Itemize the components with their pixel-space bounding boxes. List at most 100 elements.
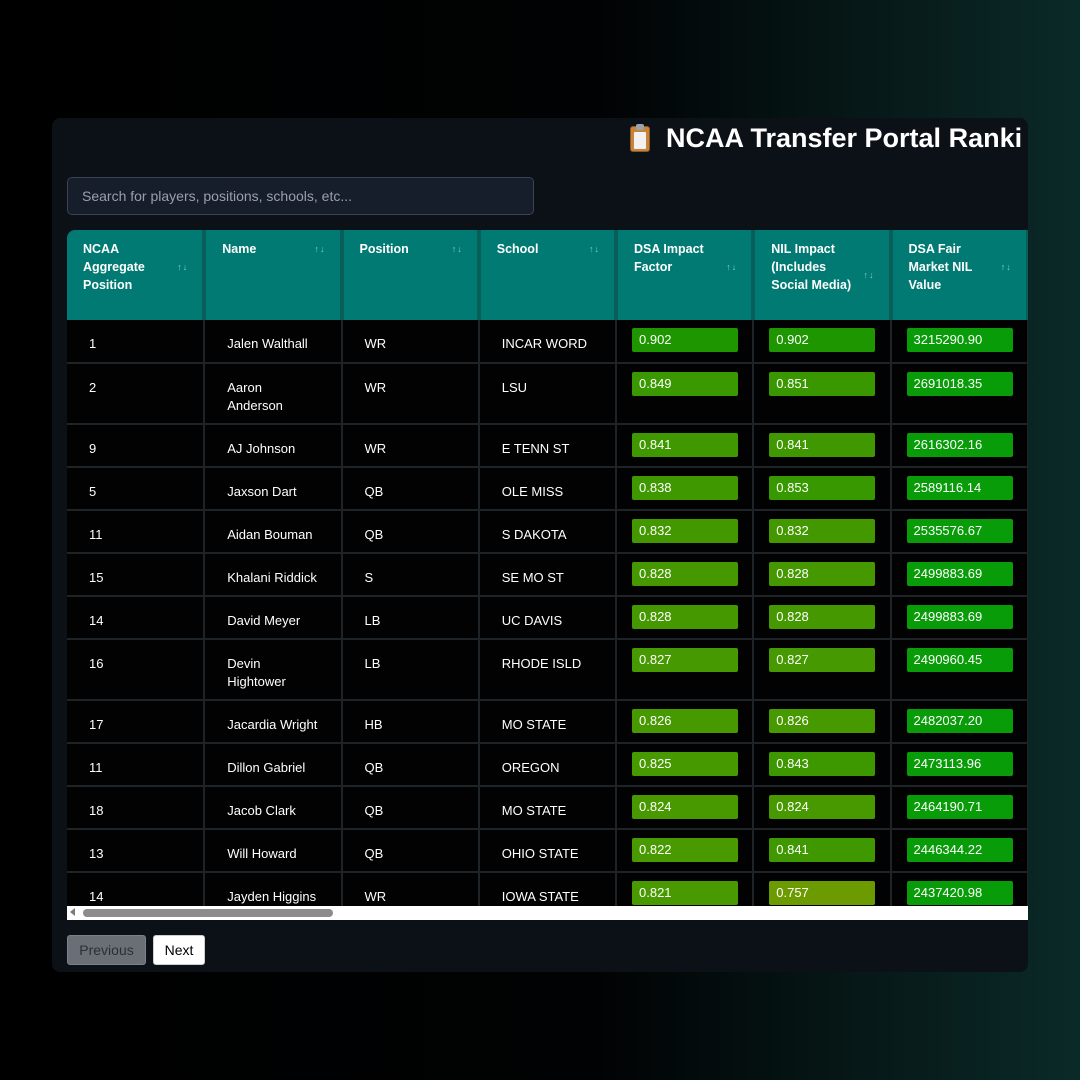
cell-name-text: Aaron Anderson bbox=[227, 380, 283, 413]
header-name[interactable]: Name ↑↓ bbox=[204, 230, 344, 320]
cell-dsa-impact: 0.828 bbox=[616, 596, 755, 640]
table-row[interactable]: 11 Aidan Bouman QB S DAKOTA 0.832 0.832 253557… bbox=[67, 510, 1028, 554]
cell-nil-impact: 0.828 bbox=[753, 596, 892, 640]
cell-dsa-impact: 0.822 bbox=[616, 829, 755, 873]
sort-arrows-icon[interactable]: ↑↓ bbox=[177, 258, 188, 276]
sort-arrows-icon[interactable]: ↑↓ bbox=[726, 258, 737, 276]
cell-school-text: OLE MISS bbox=[501, 484, 564, 499]
cell-school-text: RHODE ISLD bbox=[501, 656, 582, 671]
cell-dsa-impact: 0.824 bbox=[616, 786, 755, 830]
impact-bar: 0.824 bbox=[632, 795, 738, 819]
cell-nil-impact: 0.826 bbox=[753, 700, 892, 744]
cell-dsa-impact: 0.827 bbox=[616, 639, 755, 701]
impact-bar: 0.826 bbox=[632, 709, 738, 733]
table-row[interactable]: 14 David Meyer LB UC DAVIS 0.828 0.828 2499883… bbox=[67, 596, 1028, 640]
impact-bar: 0.832 bbox=[632, 519, 738, 543]
cell-name: AJ Johnson bbox=[204, 424, 343, 468]
cell-position: WR bbox=[341, 424, 480, 468]
scrollbar-thumb[interactable] bbox=[83, 909, 333, 917]
cell-name: Jaxson Dart bbox=[204, 467, 343, 511]
cell-rank-text: 2 bbox=[89, 380, 97, 395]
cell-school-text: MO STATE bbox=[501, 717, 567, 732]
cell-nil-impact: 0.851 bbox=[753, 363, 892, 425]
cell-rank: 11 bbox=[67, 510, 206, 554]
cell-position: S bbox=[341, 553, 480, 597]
cell-school-text: INCAR WORD bbox=[501, 336, 587, 351]
table-row[interactable]: 14 Jayden Higgins WR IOWA STATE 0.821 0.757 24… bbox=[67, 872, 1028, 906]
cell-rank: 18 bbox=[67, 786, 206, 830]
cell-position: QB bbox=[341, 467, 480, 511]
rankings-table-container: NCAA Aggregate Position ↑↓ Name ↑↓ Positio… bbox=[67, 230, 1028, 906]
cell-position: QB bbox=[341, 786, 480, 830]
cell-dsa-impact: 0.821 bbox=[616, 872, 755, 906]
cell-position-text: WR bbox=[364, 336, 387, 351]
cell-name-text: Jacardia Wright bbox=[227, 717, 318, 732]
cell-name: Dillon Gabriel bbox=[204, 743, 343, 787]
nil-value-bar: 2482037.20 bbox=[906, 709, 1013, 733]
sort-arrows-icon[interactable]: ↑↓ bbox=[864, 266, 875, 284]
cell-dsa-impact: 0.838 bbox=[616, 467, 755, 511]
cell-nil-impact: 0.843 bbox=[753, 743, 892, 787]
impact-bar: 0.832 bbox=[769, 519, 876, 543]
table-row[interactable]: 11 Dillon Gabriel QB OREGON 0.825 0.843 247311… bbox=[67, 743, 1028, 787]
cell-rank: 17 bbox=[67, 700, 206, 744]
table-row[interactable]: 1 Jalen Walthall WR INCAR WORD 0.902 0.902 321… bbox=[67, 320, 1028, 364]
cell-rank: 14 bbox=[67, 596, 206, 640]
impact-bar: 0.821 bbox=[632, 881, 738, 905]
previous-page-button[interactable]: Previous bbox=[67, 935, 146, 965]
cell-school: E TENN ST bbox=[478, 424, 618, 468]
impact-bar: 0.824 bbox=[769, 795, 876, 819]
cell-rank-text: 16 bbox=[89, 656, 104, 671]
impact-bar: 0.902 bbox=[632, 328, 738, 352]
header-fair-market-nil-value[interactable]: DSA Fair Market NIL Value ↑↓ bbox=[890, 230, 1028, 320]
cell-nil-value: 2490960.45 bbox=[890, 639, 1028, 701]
cell-name: Aaron Anderson bbox=[204, 363, 343, 425]
cell-name-text: David Meyer bbox=[227, 613, 301, 628]
cell-name: Khalani Riddick bbox=[204, 553, 343, 597]
header-position[interactable]: Position ↑↓ bbox=[341, 230, 481, 320]
nil-value-bar: 2490960.45 bbox=[906, 648, 1013, 672]
table-row[interactable]: 16 Devin Hightower LB RHODE ISLD 0.827 0.827 2… bbox=[67, 639, 1028, 701]
table-row[interactable]: 18 Jacob Clark QB MO STATE 0.824 0.824 2464190… bbox=[67, 786, 1028, 830]
table-row[interactable]: 13 Will Howard QB OHIO STATE 0.822 0.841 24463… bbox=[67, 829, 1028, 873]
cell-nil-value: 2437420.98 bbox=[890, 872, 1028, 906]
table-row[interactable]: 9 AJ Johnson WR E TENN ST 0.841 0.841 2616302.… bbox=[67, 424, 1028, 468]
cell-school: MO STATE bbox=[478, 700, 618, 744]
search-input[interactable] bbox=[67, 177, 534, 215]
cell-nil-impact: 0.828 bbox=[753, 553, 892, 597]
cell-nil-impact: 0.832 bbox=[753, 510, 892, 554]
scroll-left-arrow-icon[interactable] bbox=[70, 908, 75, 916]
cell-rank: 1 bbox=[67, 320, 206, 364]
sort-arrows-icon[interactable]: ↑↓ bbox=[452, 240, 463, 258]
header-nil-impact[interactable]: NIL Impact (Includes Social Media) ↑↓ bbox=[753, 230, 893, 320]
cell-dsa-impact: 0.825 bbox=[616, 743, 755, 787]
table-row[interactable]: 15 Khalani Riddick S SE MO ST 0.828 0.828 2499… bbox=[67, 553, 1028, 597]
next-page-button[interactable]: Next bbox=[153, 935, 205, 965]
horizontal-scrollbar[interactable] bbox=[67, 906, 1028, 920]
impact-bar: 0.853 bbox=[769, 476, 876, 500]
header-aggregate-position[interactable]: NCAA Aggregate Position ↑↓ bbox=[67, 230, 207, 320]
nil-value-bar: 2616302.16 bbox=[906, 433, 1013, 457]
table-row[interactable]: 2 Aaron Anderson WR LSU 0.849 0.851 2691018.35 bbox=[67, 363, 1028, 425]
sort-arrows-icon[interactable]: ↑↓ bbox=[589, 240, 600, 258]
rankings-table: NCAA Aggregate Position ↑↓ Name ↑↓ Positio… bbox=[67, 230, 1028, 906]
header-school[interactable]: School ↑↓ bbox=[478, 230, 619, 320]
cell-rank-text: 18 bbox=[89, 803, 104, 818]
nil-value-bar: 2473113.96 bbox=[906, 752, 1013, 776]
table-row[interactable]: 5 Jaxson Dart QB OLE MISS 0.838 0.853 2589116.… bbox=[67, 467, 1028, 511]
table-row[interactable]: 17 Jacardia Wright HB MO STATE 0.826 0.826 248… bbox=[67, 700, 1028, 744]
impact-bar: 0.827 bbox=[632, 648, 738, 672]
nil-value-bar: 2499883.69 bbox=[906, 605, 1013, 629]
cell-position-text: QB bbox=[364, 846, 384, 861]
cell-rank-text: 14 bbox=[89, 613, 104, 628]
cell-dsa-impact: 0.832 bbox=[616, 510, 755, 554]
cell-name-text: AJ Johnson bbox=[227, 441, 296, 456]
sort-arrows-icon[interactable]: ↑↓ bbox=[315, 240, 326, 258]
cell-position-text: WR bbox=[364, 441, 387, 456]
cell-position: WR bbox=[341, 872, 480, 906]
cell-school-text: LSU bbox=[501, 380, 528, 395]
sort-arrows-icon[interactable]: ↑↓ bbox=[1001, 258, 1012, 276]
header-dsa-impact-factor[interactable]: DSA Impact Factor ↑↓ bbox=[616, 230, 756, 320]
cell-dsa-impact: 0.849 bbox=[616, 363, 755, 425]
cell-rank-text: 17 bbox=[89, 717, 104, 732]
